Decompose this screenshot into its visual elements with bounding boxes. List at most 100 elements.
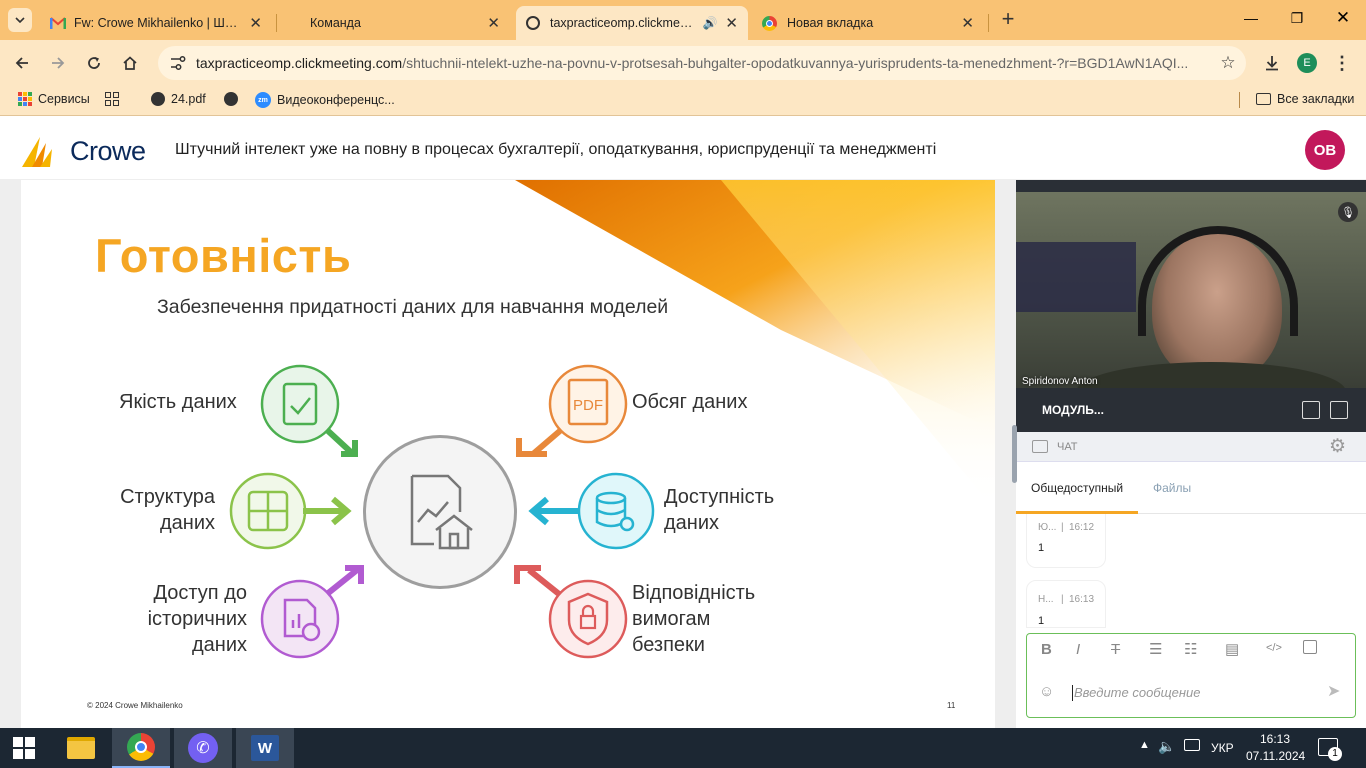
site-info-icon[interactable] xyxy=(162,50,194,76)
profile-avatar[interactable]: E xyxy=(1297,53,1317,73)
message-time: 16:12 xyxy=(1069,522,1095,533)
bookmark-services[interactable]: Сервисы xyxy=(18,92,90,106)
network-icon[interactable] xyxy=(1184,739,1200,751)
chevron-down-icon xyxy=(15,17,25,23)
url-path: /shtuchnii-ntelekt-uzhe-na-povnu-v-prots… xyxy=(402,55,1189,71)
message-input[interactable]: Введите сообщение xyxy=(1074,685,1201,700)
emoji-icon[interactable]: ☺ xyxy=(1039,683,1054,700)
bookmark-label: Сервисы xyxy=(38,92,90,106)
settings-gear-icon[interactable]: ⚙ xyxy=(1329,435,1346,458)
url-host: taxpracticeomp.clickmeeting.com xyxy=(196,55,403,71)
forward-button[interactable] xyxy=(45,50,71,76)
label-security: Відповідність вимогам безпеки xyxy=(632,582,756,656)
crowe-logo-mark-icon xyxy=(22,137,52,167)
tab-files[interactable]: Файлы xyxy=(1153,481,1191,495)
word-taskbar-button[interactable]: W xyxy=(236,728,294,768)
presentation-slide: Готовність Забезпечення придатності дани… xyxy=(21,180,995,728)
clock-time[interactable]: 16:13 xyxy=(1260,732,1290,746)
reload-button[interactable] xyxy=(81,50,107,76)
tab-title: Новая вкладка xyxy=(787,16,874,30)
chat-composer: B I T ☰ ☷ ▤ </> ☺ Введите сообщение ➤ xyxy=(1026,633,1356,718)
windows-logo-icon xyxy=(13,737,35,759)
address-bar[interactable]: taxpracticeomp.clickmeeting.com/shtuchni… xyxy=(158,46,1246,80)
bookmark-label: Все закладки xyxy=(1277,92,1355,106)
chrome-icon xyxy=(127,733,155,761)
logo-text: Crowe xyxy=(70,135,146,166)
data-home-icon xyxy=(410,474,473,550)
close-window-button[interactable]: ✕ xyxy=(1328,8,1358,28)
restore-button[interactable]: ❐ xyxy=(1282,10,1312,30)
all-bookmarks[interactable]: Все закладки xyxy=(1256,92,1354,106)
speaker-video: 🎙 Spiridonov Anton xyxy=(1016,192,1366,388)
language-indicator[interactable]: УКР xyxy=(1211,741,1234,755)
menu-button[interactable]: ⋮ xyxy=(1329,50,1355,76)
speaker-icon[interactable]: 🔊 xyxy=(702,16,717,30)
module-label[interactable]: МОДУЛЬ... xyxy=(1042,403,1104,417)
slide-footer: © 2024 Crowe Mikhailenko xyxy=(87,701,183,710)
clock-date[interactable]: 07.11.2024 xyxy=(1246,749,1305,763)
svg-text:PDF: PDF xyxy=(573,397,603,414)
slide-heading: Готовність xyxy=(95,229,352,282)
viber-taskbar-button[interactable]: ✆ xyxy=(174,728,232,768)
file-explorer-button[interactable] xyxy=(52,728,110,768)
tab-gmail[interactable]: Fw: Crowe Mikhailenko | Штучн ✕ xyxy=(40,6,272,40)
bookmark-zoom[interactable]: zm Видеоконференцс... xyxy=(255,92,395,108)
message-time: 16:13 xyxy=(1069,594,1095,605)
home-button[interactable] xyxy=(117,50,143,76)
close-icon[interactable]: ✕ xyxy=(249,14,262,32)
back-button[interactable] xyxy=(9,50,35,76)
mic-icon[interactable]: 🎙 xyxy=(1338,202,1358,222)
minimize-button[interactable]: — xyxy=(1236,10,1266,30)
chrome-taskbar-button[interactable] xyxy=(112,728,170,768)
show-hidden-icons-icon[interactable]: ▲ xyxy=(1139,739,1150,751)
chat-message: Н... | 16:13 1 xyxy=(1026,580,1106,628)
tab-team[interactable]: Команда ✕ xyxy=(280,6,510,40)
bookmark-globe[interactable] xyxy=(224,92,238,106)
arrow-left-icon xyxy=(15,57,28,69)
close-icon[interactable]: ✕ xyxy=(725,14,738,32)
gmail-icon xyxy=(50,17,66,29)
volume-icon[interactable]: 🔈 xyxy=(1158,738,1175,755)
bullet-list-icon[interactable]: ☰ xyxy=(1149,640,1162,658)
code-block-icon[interactable] xyxy=(1303,640,1317,654)
browser-toolbar: taxpracticeomp.clickmeeting.com/shtuchni… xyxy=(0,40,1366,86)
bold-icon[interactable]: B xyxy=(1041,641,1052,658)
bookmark-star-icon[interactable]: ☆ xyxy=(1210,53,1246,73)
viber-icon: ✆ xyxy=(188,733,218,763)
bookmark-24pdf[interactable]: 24.pdf xyxy=(151,92,206,106)
close-icon[interactable]: ✕ xyxy=(487,14,500,32)
blockquote-icon[interactable]: ▤ xyxy=(1225,640,1239,658)
webinar-title: Штучний інтелект уже на повну в процесах… xyxy=(175,141,937,158)
label-availability: Доступність даних xyxy=(664,486,775,534)
close-icon[interactable]: ✕ xyxy=(961,14,974,32)
pip-icon[interactable] xyxy=(1330,401,1348,419)
message-separator: | xyxy=(1061,594,1064,605)
folder-icon xyxy=(67,737,95,759)
center-circle xyxy=(363,435,517,589)
bookmark-grid[interactable] xyxy=(105,92,119,106)
webinar-header: Crowe Штучний інтелект уже на повну в пр… xyxy=(0,121,1366,180)
tab-public[interactable]: Общедоступный xyxy=(1031,481,1123,495)
tab-title: Команда xyxy=(310,16,361,30)
minimize-video-icon[interactable] xyxy=(1302,401,1320,419)
user-avatar[interactable]: OB xyxy=(1305,130,1345,170)
text-cursor xyxy=(1072,685,1073,701)
label-volume: Обсяг даних xyxy=(632,391,748,413)
tab-new[interactable]: Новая вкладка ✕ xyxy=(752,6,984,40)
code-icon[interactable]: </> xyxy=(1266,642,1282,654)
home-icon xyxy=(123,56,137,70)
strikethrough-icon[interactable]: T xyxy=(1111,641,1120,658)
download-icon xyxy=(1266,56,1278,71)
tab-search-button[interactable] xyxy=(8,8,32,32)
tab-clickmeeting[interactable]: taxpracticeomp.clickmeeting 🔊 ✕ xyxy=(516,6,748,40)
quality-circle xyxy=(260,364,358,457)
new-tab-button[interactable]: + xyxy=(996,8,1020,32)
start-button[interactable] xyxy=(0,728,48,768)
chrome-icon xyxy=(762,15,777,31)
folder-icon xyxy=(1256,93,1271,105)
italic-icon[interactable]: I xyxy=(1076,641,1080,658)
send-icon[interactable]: ➤ xyxy=(1327,681,1340,701)
numbered-list-icon[interactable]: ☷ xyxy=(1184,640,1197,658)
chat-label: ЧАТ xyxy=(1057,441,1078,453)
downloads-button[interactable] xyxy=(1259,50,1285,76)
